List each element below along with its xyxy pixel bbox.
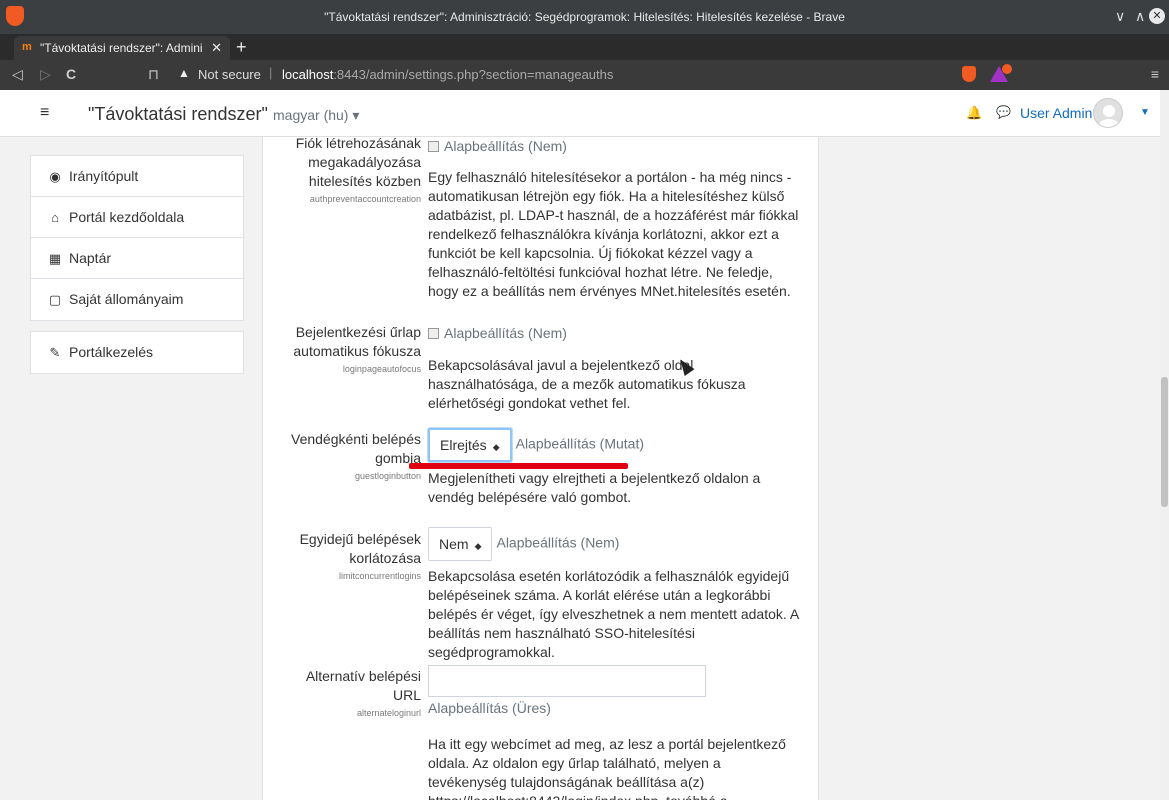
prevent-account-creation-checkbox[interactable] <box>428 141 439 152</box>
security-indicator[interactable]: Not secure <box>198 67 261 82</box>
setting-control: Alapbeállítás (Nem) Egy felhasználó hite… <box>428 137 803 301</box>
url-text: localhost:8443/admin/settings.php?sectio… <box>282 67 613 82</box>
drawer-item-private-files[interactable]: ▢ Saját állományaim <box>31 279 243 320</box>
brave-shields-icon[interactable] <box>962 66 976 82</box>
messages-icon[interactable]: 💬 <box>996 105 1011 119</box>
drawer-item-label: Portálkezelés <box>69 344 154 360</box>
minimize-button[interactable]: ∨ <box>1115 8 1125 25</box>
file-icon: ▢ <box>48 292 62 307</box>
setting-key: loginpageautofocus <box>342 364 421 374</box>
drawer-item-site-home[interactable]: ⌂ Portál kezdőoldala <box>31 197 243 238</box>
back-button[interactable]: ◁ <box>12 66 23 83</box>
window-title: "Távoktatási rendszer": Adminisztráció: … <box>324 10 845 24</box>
gauge-icon: ◉ <box>49 169 61 184</box>
page-scrollbar[interactable] <box>1160 90 1169 800</box>
home-icon: ⌂ <box>51 210 59 225</box>
tab-close-button[interactable]: ✕ <box>211 40 222 56</box>
window-titlebar: "Távoktatási rendszer": Adminisztráció: … <box>0 0 1169 34</box>
setting-default: Alapbeállítás (Üres) <box>428 700 551 716</box>
setting-label: Fiók létrehozásának megakadályozása hite… <box>281 134 421 205</box>
setting-label: Bejelentkezési űrlap automatikus fókusza… <box>281 323 421 375</box>
rewards-badge <box>1002 64 1012 74</box>
setting-label: Alternatív belépési URL alternateloginur… <box>281 667 421 719</box>
drawer-group-admin: ✎ Portálkezelés <box>30 331 244 374</box>
setting-key: alternateloginurl <box>356 708 421 718</box>
setting-default: Alapbeállítás (Nem) <box>496 534 620 551</box>
setting-description: Ha itt egy webcímet ad meg, az lesz a po… <box>428 736 786 800</box>
setting-label: Vendégkénti belépés gombja guestloginbut… <box>281 430 421 482</box>
window-close-button[interactable]: ✕ <box>1149 8 1165 24</box>
setting-title: Alternatív belépési URL <box>305 668 421 703</box>
guest-login-button-select[interactable]: Elrejtés ◆ <box>428 428 512 462</box>
browser-tab[interactable]: m "Távoktatási rendszer": Admini ✕ <box>14 36 230 60</box>
bookmark-button[interactable]: ⊓ <box>148 66 159 83</box>
setting-description: Bekapcsolásával javul a bejelentkező old… <box>428 357 746 411</box>
maximize-button[interactable]: ∧ <box>1135 8 1145 25</box>
browser-menu-button[interactable]: ≡ <box>1151 66 1159 82</box>
notifications-bell-icon[interactable]: 🔔 <box>966 105 982 121</box>
tab-strip: m "Távoktatási rendszer": Admini ✕ + <box>0 34 1169 60</box>
site-navbar: ≡ "Távoktatási rendszer" magyar (hu) ▾ 🔔… <box>0 90 1160 137</box>
url-host: localhost <box>282 67 334 82</box>
setting-control: Alapbeállítás (Nem) Bekapcsolásával javu… <box>428 324 803 413</box>
drawer-item-label: Portál kezdőoldala <box>69 209 185 225</box>
drawer-item-label: Naptár <box>69 250 112 266</box>
url-path: :8443/admin/settings.php?section=managea… <box>333 67 614 82</box>
tab-title: "Távoktatási rendszer": Admini <box>40 41 203 55</box>
select-arrows-icon: ◆ <box>492 442 500 452</box>
url-separator: | <box>269 65 273 80</box>
user-menu-name[interactable]: User Admin <box>1020 105 1092 121</box>
red-annotation-underline <box>409 463 628 469</box>
setting-description: Bekapcsolása esetén korlátozódik a felha… <box>428 568 799 660</box>
drawer-group-main: ◉ Irányítópult ⌂ Portál kezdőoldala ▦ Na… <box>30 155 244 321</box>
drawer-toggle-button[interactable]: ≡ <box>40 104 49 122</box>
setting-control: Alapbeállítás (Üres) Ha itt egy webcímet… <box>428 665 803 800</box>
setting-key: guestloginbutton <box>354 471 421 481</box>
language-menu[interactable]: magyar (hu) ▾ <box>273 107 359 124</box>
drawer-item-site-admin[interactable]: ✎ Portálkezelés <box>31 332 243 373</box>
setting-title: Egyidejű belépések korlátozása <box>299 531 421 566</box>
setting-title: Fiók létrehozásának megakadályozása hite… <box>295 135 421 189</box>
select-value: Elrejtés <box>440 437 487 453</box>
limit-concurrent-logins-select[interactable]: Nem ◆ <box>428 527 493 561</box>
warning-icon: ▲ <box>178 66 190 80</box>
select-value: Nem <box>439 536 469 552</box>
setting-label: Egyidejű belépések korlátozása limitconc… <box>281 530 421 582</box>
setting-description: Egy felhasználó hitelesítésekor a portál… <box>428 169 799 299</box>
login-autofocus-checkbox[interactable] <box>428 328 439 339</box>
drawer-item-dashboard[interactable]: ◉ Irányítópult <box>31 156 243 197</box>
url-bar[interactable]: ▲ Not secure | localhost:8443/admin/sett… <box>168 64 948 86</box>
nav-drawer: ◉ Irányítópult ⌂ Portál kezdőoldala ▦ Na… <box>30 155 244 384</box>
wrench-icon: ✎ <box>49 345 61 360</box>
calendar-icon: ▦ <box>48 251 62 266</box>
alternate-login-url-input[interactable] <box>428 665 706 697</box>
select-arrows-icon: ◆ <box>474 541 482 551</box>
drawer-item-label: Saját állományaim <box>69 291 184 307</box>
setting-default: Alapbeállítás (Nem) <box>444 138 567 154</box>
setting-title: Vendégkénti belépés gombja <box>291 431 421 466</box>
user-avatar[interactable] <box>1093 98 1123 128</box>
setting-key: authpreventaccountcreation <box>309 194 421 204</box>
setting-description: Megjelenítheti vagy elrejtheti a bejelen… <box>428 470 761 505</box>
new-tab-button[interactable]: + <box>236 37 247 58</box>
user-menu-caret-icon[interactable]: ▼ <box>1140 107 1150 118</box>
scrollbar-thumb[interactable] <box>1161 377 1168 507</box>
setting-control: Nem ◆ Alapbeállítás (Nem) Bekapcsolása ese… <box>428 527 803 662</box>
setting-title: Bejelentkezési űrlap automatikus fókusza <box>293 324 421 359</box>
forward-button[interactable]: ▷ <box>40 66 51 83</box>
moodle-favicon-icon: m <box>22 41 32 53</box>
setting-default: Alapbeállítás (Nem) <box>444 325 567 341</box>
reload-button[interactable]: C <box>66 66 76 82</box>
drawer-item-label: Irányítópult <box>69 168 139 184</box>
site-name-link[interactable]: "Távoktatási rendszer" <box>88 104 268 125</box>
setting-key: limitconcurrentlogins <box>338 571 421 581</box>
setting-default: Alapbeállítás (Mutat) <box>515 435 645 452</box>
drawer-item-calendar[interactable]: ▦ Naptár <box>31 238 243 279</box>
